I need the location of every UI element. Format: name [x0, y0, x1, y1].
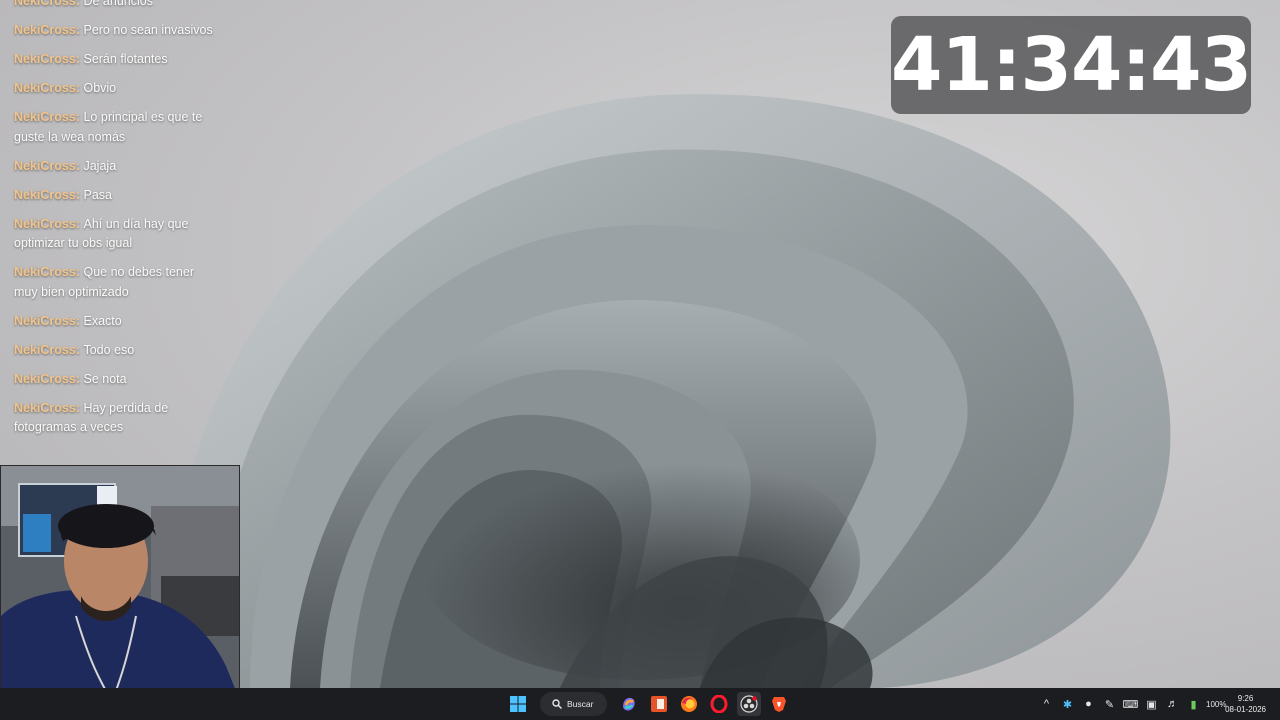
- taskbar: Buscar ^ ✱ ● ✎ ⌨ ▣ ♬ ▮ 100% 9:26 08-01-2…: [0, 688, 1280, 720]
- chat-username: NekiCross: [14, 0, 76, 8]
- chat-text: Jajaja: [83, 158, 117, 173]
- network-icon[interactable]: ▣: [1141, 698, 1162, 711]
- chat-text: Se nota: [83, 371, 127, 386]
- chat-text: Pero no sean invasivos: [83, 23, 213, 37]
- microphone-icon[interactable]: ●: [1078, 698, 1099, 710]
- chat-username: NekiCross: [14, 110, 76, 124]
- keyboard-icon[interactable]: ⌨: [1120, 698, 1141, 711]
- chat-text: Pasa: [83, 187, 112, 202]
- chat-username: NekiCross: [14, 342, 76, 357]
- chat-username: NekiCross: [14, 52, 76, 66]
- taskbar-search[interactable]: Buscar: [540, 692, 608, 716]
- chat-username: NekiCross: [14, 23, 76, 37]
- battery-icon[interactable]: ▮: [1183, 698, 1204, 711]
- taskbar-apps: Buscar: [506, 688, 791, 720]
- chat-message: NekiCross: Lo principal es que te guste …: [14, 110, 203, 144]
- windows-start-icon[interactable]: [506, 692, 530, 716]
- chat-message: NekiCross: Exacto: [14, 313, 122, 328]
- chat-username: NekiCross: [14, 265, 76, 279]
- volume-icon[interactable]: ♬: [1162, 698, 1183, 710]
- system-tray: ^ ✱ ● ✎ ⌨ ▣ ♬ ▮ 100%: [1036, 688, 1227, 720]
- chat-username: NekiCross: [14, 400, 76, 415]
- stream-timer: 41:34:43: [890, 16, 1252, 114]
- chat-username: NekiCross: [14, 158, 76, 173]
- chat-message: NekiCross: Pero no sean invasivos: [14, 23, 213, 37]
- chat-text: Exacto: [83, 313, 122, 328]
- bluetooth-icon[interactable]: ✱: [1057, 698, 1078, 711]
- copilot-icon[interactable]: [617, 692, 641, 716]
- chat-message: NekiCross: Se nota: [14, 371, 127, 386]
- chat-text: Obvio: [83, 81, 117, 95]
- chat-username: NekiCross: [14, 216, 76, 231]
- chat-message: NekiCross: Ahí un día hay que optimizar …: [14, 216, 189, 251]
- search-icon: [552, 699, 562, 709]
- chat-username: NekiCross: [14, 81, 76, 95]
- chat-username: NekiCross: [14, 187, 76, 202]
- timer-value: 41:34:43: [890, 22, 1252, 108]
- chat-message: NekiCross: Obvio: [14, 81, 117, 95]
- firefox-icon[interactable]: [677, 692, 701, 716]
- search-label: Buscar: [567, 699, 594, 709]
- obs-icon[interactable]: [737, 692, 762, 716]
- chat-message: NekiCross: De anuncios: [14, 0, 214, 12]
- chat-message: NekiCross: Pasa: [14, 187, 112, 202]
- chat-username: NekiCross: [14, 371, 76, 386]
- clock-date: 08-01-2026: [1225, 705, 1266, 714]
- opera-icon[interactable]: [707, 692, 731, 716]
- chat-username: NekiCross: [14, 313, 76, 328]
- chat-message: NekiCross: Hay perdida de fotogramas a v…: [14, 400, 169, 435]
- chat-text: Todo eso: [83, 342, 135, 357]
- chat-message: NekiCross: Jajaja: [14, 158, 117, 173]
- chat-message: NekiCross: Que no debes tener muy bien o…: [14, 265, 194, 299]
- pen-icon[interactable]: ✎: [1099, 698, 1120, 711]
- webcam-image: [1, 466, 239, 689]
- taskbar-clock[interactable]: 9:26 08-01-2026: [1225, 693, 1266, 715]
- chat-message: NekiCross: Serán flotantes: [14, 52, 168, 66]
- brave-icon[interactable]: [767, 692, 791, 716]
- chat-overlay: NekiCross: De anuncios NekiCross: Pero no…: [14, 0, 214, 447]
- chat-message: NekiCross: Todo eso: [14, 342, 135, 357]
- battery-percent: 100%: [1206, 699, 1227, 709]
- webcam-feed: [0, 465, 240, 690]
- chevron-up-icon[interactable]: ^: [1036, 698, 1057, 710]
- chat-text: Serán flotantes: [83, 52, 168, 66]
- chat-text: De anuncios: [83, 0, 153, 8]
- clock-time: 9:26: [1237, 694, 1254, 703]
- office-icon[interactable]: [647, 692, 671, 716]
